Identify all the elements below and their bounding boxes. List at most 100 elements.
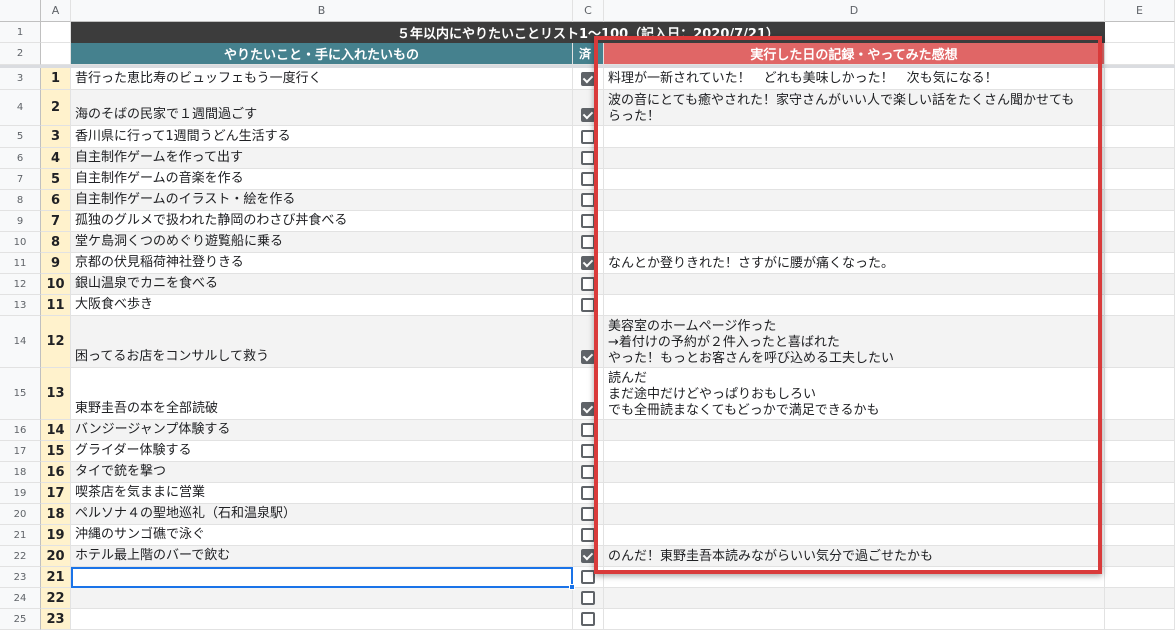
cell[interactable] [1105, 462, 1175, 483]
item-number[interactable]: 7 [41, 211, 71, 232]
done-checkbox[interactable] [581, 507, 595, 521]
done-checkbox[interactable] [581, 570, 595, 584]
cell[interactable] [1105, 169, 1175, 190]
cell[interactable] [1105, 211, 1175, 232]
item-number[interactable]: 20 [41, 546, 71, 567]
cell[interactable] [1105, 567, 1175, 588]
wish-cell[interactable]: 京都の伏見稲荷神社登りきる [71, 253, 573, 274]
wish-cell[interactable]: 自主制作ゲームの音楽を作る [71, 169, 573, 190]
record-cell[interactable] [604, 274, 1105, 295]
row-header[interactable]: 23 [0, 567, 41, 588]
item-number[interactable]: 15 [41, 441, 71, 462]
wish-cell[interactable]: 沖縄のサンゴ礁で泳ぐ [71, 525, 573, 546]
cell[interactable] [1105, 126, 1175, 148]
done-checkbox[interactable] [581, 423, 595, 437]
item-number[interactable]: 5 [41, 169, 71, 190]
item-number[interactable]: 10 [41, 274, 71, 295]
done-checkbox[interactable] [581, 193, 595, 207]
row-header[interactable]: 19 [0, 483, 41, 504]
done-checkbox[interactable] [581, 172, 595, 186]
cell[interactable] [1105, 368, 1175, 420]
row-header[interactable]: 10 [0, 232, 41, 253]
item-number[interactable]: 8 [41, 232, 71, 253]
wish-cell[interactable]: ホテル最上階のバーで飲む [71, 546, 573, 567]
done-cell[interactable] [573, 253, 604, 274]
cell[interactable] [1105, 483, 1175, 504]
wish-cell[interactable]: 喫茶店を気ままに営業 [71, 483, 573, 504]
wish-cell[interactable]: 自主制作ゲームを作って出す [71, 148, 573, 169]
wish-cell[interactable]: 東野圭吾の本を全部読破 [71, 368, 573, 420]
item-number[interactable]: 4 [41, 148, 71, 169]
record-cell[interactable] [604, 126, 1105, 148]
cell[interactable] [1105, 253, 1175, 274]
row-header[interactable]: 8 [0, 190, 41, 211]
wish-cell[interactable]: 海のそばの民家で１週間過ごす [71, 90, 573, 126]
wish-cell[interactable]: 困ってるお店をコンサルして救う [71, 316, 573, 368]
done-cell[interactable] [573, 368, 604, 420]
wish-cell[interactable] [71, 567, 573, 588]
column-header-e[interactable]: E [1105, 0, 1175, 22]
row-header[interactable]: 14 [0, 316, 41, 368]
item-number[interactable]: 3 [41, 126, 71, 148]
done-cell[interactable] [573, 567, 604, 588]
row-header[interactable]: 3 [0, 68, 41, 90]
cell[interactable] [1105, 68, 1175, 90]
cell[interactable] [1105, 232, 1175, 253]
cell[interactable] [1105, 190, 1175, 211]
done-checkbox[interactable] [581, 350, 595, 364]
cell[interactable] [1105, 441, 1175, 462]
done-checkbox[interactable] [581, 549, 595, 563]
item-number[interactable]: 2 [41, 90, 71, 126]
record-cell[interactable] [604, 441, 1105, 462]
cell[interactable] [1105, 504, 1175, 525]
sheet-title[interactable]: ５年以内にやりたいことリスト1〜100（記入日：2020/7/21） [71, 22, 1105, 43]
done-checkbox[interactable] [581, 528, 595, 542]
row-header[interactable]: 16 [0, 420, 41, 441]
item-number[interactable]: 22 [41, 588, 71, 609]
wish-cell[interactable]: タイで銃を撃つ [71, 462, 573, 483]
record-cell[interactable] [604, 148, 1105, 169]
column-header-d[interactable]: D [604, 0, 1105, 22]
cell[interactable] [1105, 43, 1175, 65]
record-cell[interactable] [604, 567, 1105, 588]
column-header-b[interactable]: B [71, 0, 573, 22]
header-wish[interactable]: やりたいこと・手に入れたいもの [71, 43, 573, 65]
cell[interactable] [1105, 609, 1175, 630]
done-cell[interactable] [573, 211, 604, 232]
done-checkbox[interactable] [581, 444, 595, 458]
item-number[interactable]: 6 [41, 190, 71, 211]
done-cell[interactable] [573, 609, 604, 630]
cell[interactable] [1105, 525, 1175, 546]
cell[interactable] [41, 43, 71, 65]
done-cell[interactable] [573, 90, 604, 126]
row-header[interactable]: 20 [0, 504, 41, 525]
row-header[interactable]: 7 [0, 169, 41, 190]
done-cell[interactable] [573, 169, 604, 190]
record-cell[interactable] [604, 420, 1105, 441]
cell[interactable] [41, 22, 71, 43]
done-cell[interactable] [573, 588, 604, 609]
done-checkbox[interactable] [581, 277, 595, 291]
cell[interactable] [1105, 588, 1175, 609]
record-cell[interactable] [604, 504, 1105, 525]
cell[interactable] [1105, 295, 1175, 316]
done-cell[interactable] [573, 420, 604, 441]
wish-cell[interactable]: ペルソナ４の聖地巡礼（石和温泉駅） [71, 504, 573, 525]
done-cell[interactable] [573, 462, 604, 483]
cell[interactable] [1105, 22, 1175, 43]
record-cell[interactable]: 料理が一新されていた！ どれも美味しかった！ 次も気になる！ [604, 68, 1105, 90]
item-number[interactable]: 9 [41, 253, 71, 274]
done-checkbox[interactable] [581, 256, 595, 270]
row-header[interactable]: 22 [0, 546, 41, 567]
row-header[interactable]: 13 [0, 295, 41, 316]
done-cell[interactable] [573, 190, 604, 211]
wish-cell[interactable] [71, 609, 573, 630]
cell[interactable] [1105, 316, 1175, 368]
done-checkbox[interactable] [581, 298, 595, 312]
done-cell[interactable] [573, 316, 604, 368]
record-cell[interactable] [604, 588, 1105, 609]
item-number[interactable]: 19 [41, 525, 71, 546]
record-cell[interactable]: 読んだ まだ途中だけどやっぱりおもしろい でも全冊読まなくてもどっかで満足できる… [604, 368, 1105, 420]
item-number[interactable]: 17 [41, 483, 71, 504]
done-checkbox[interactable] [581, 465, 595, 479]
